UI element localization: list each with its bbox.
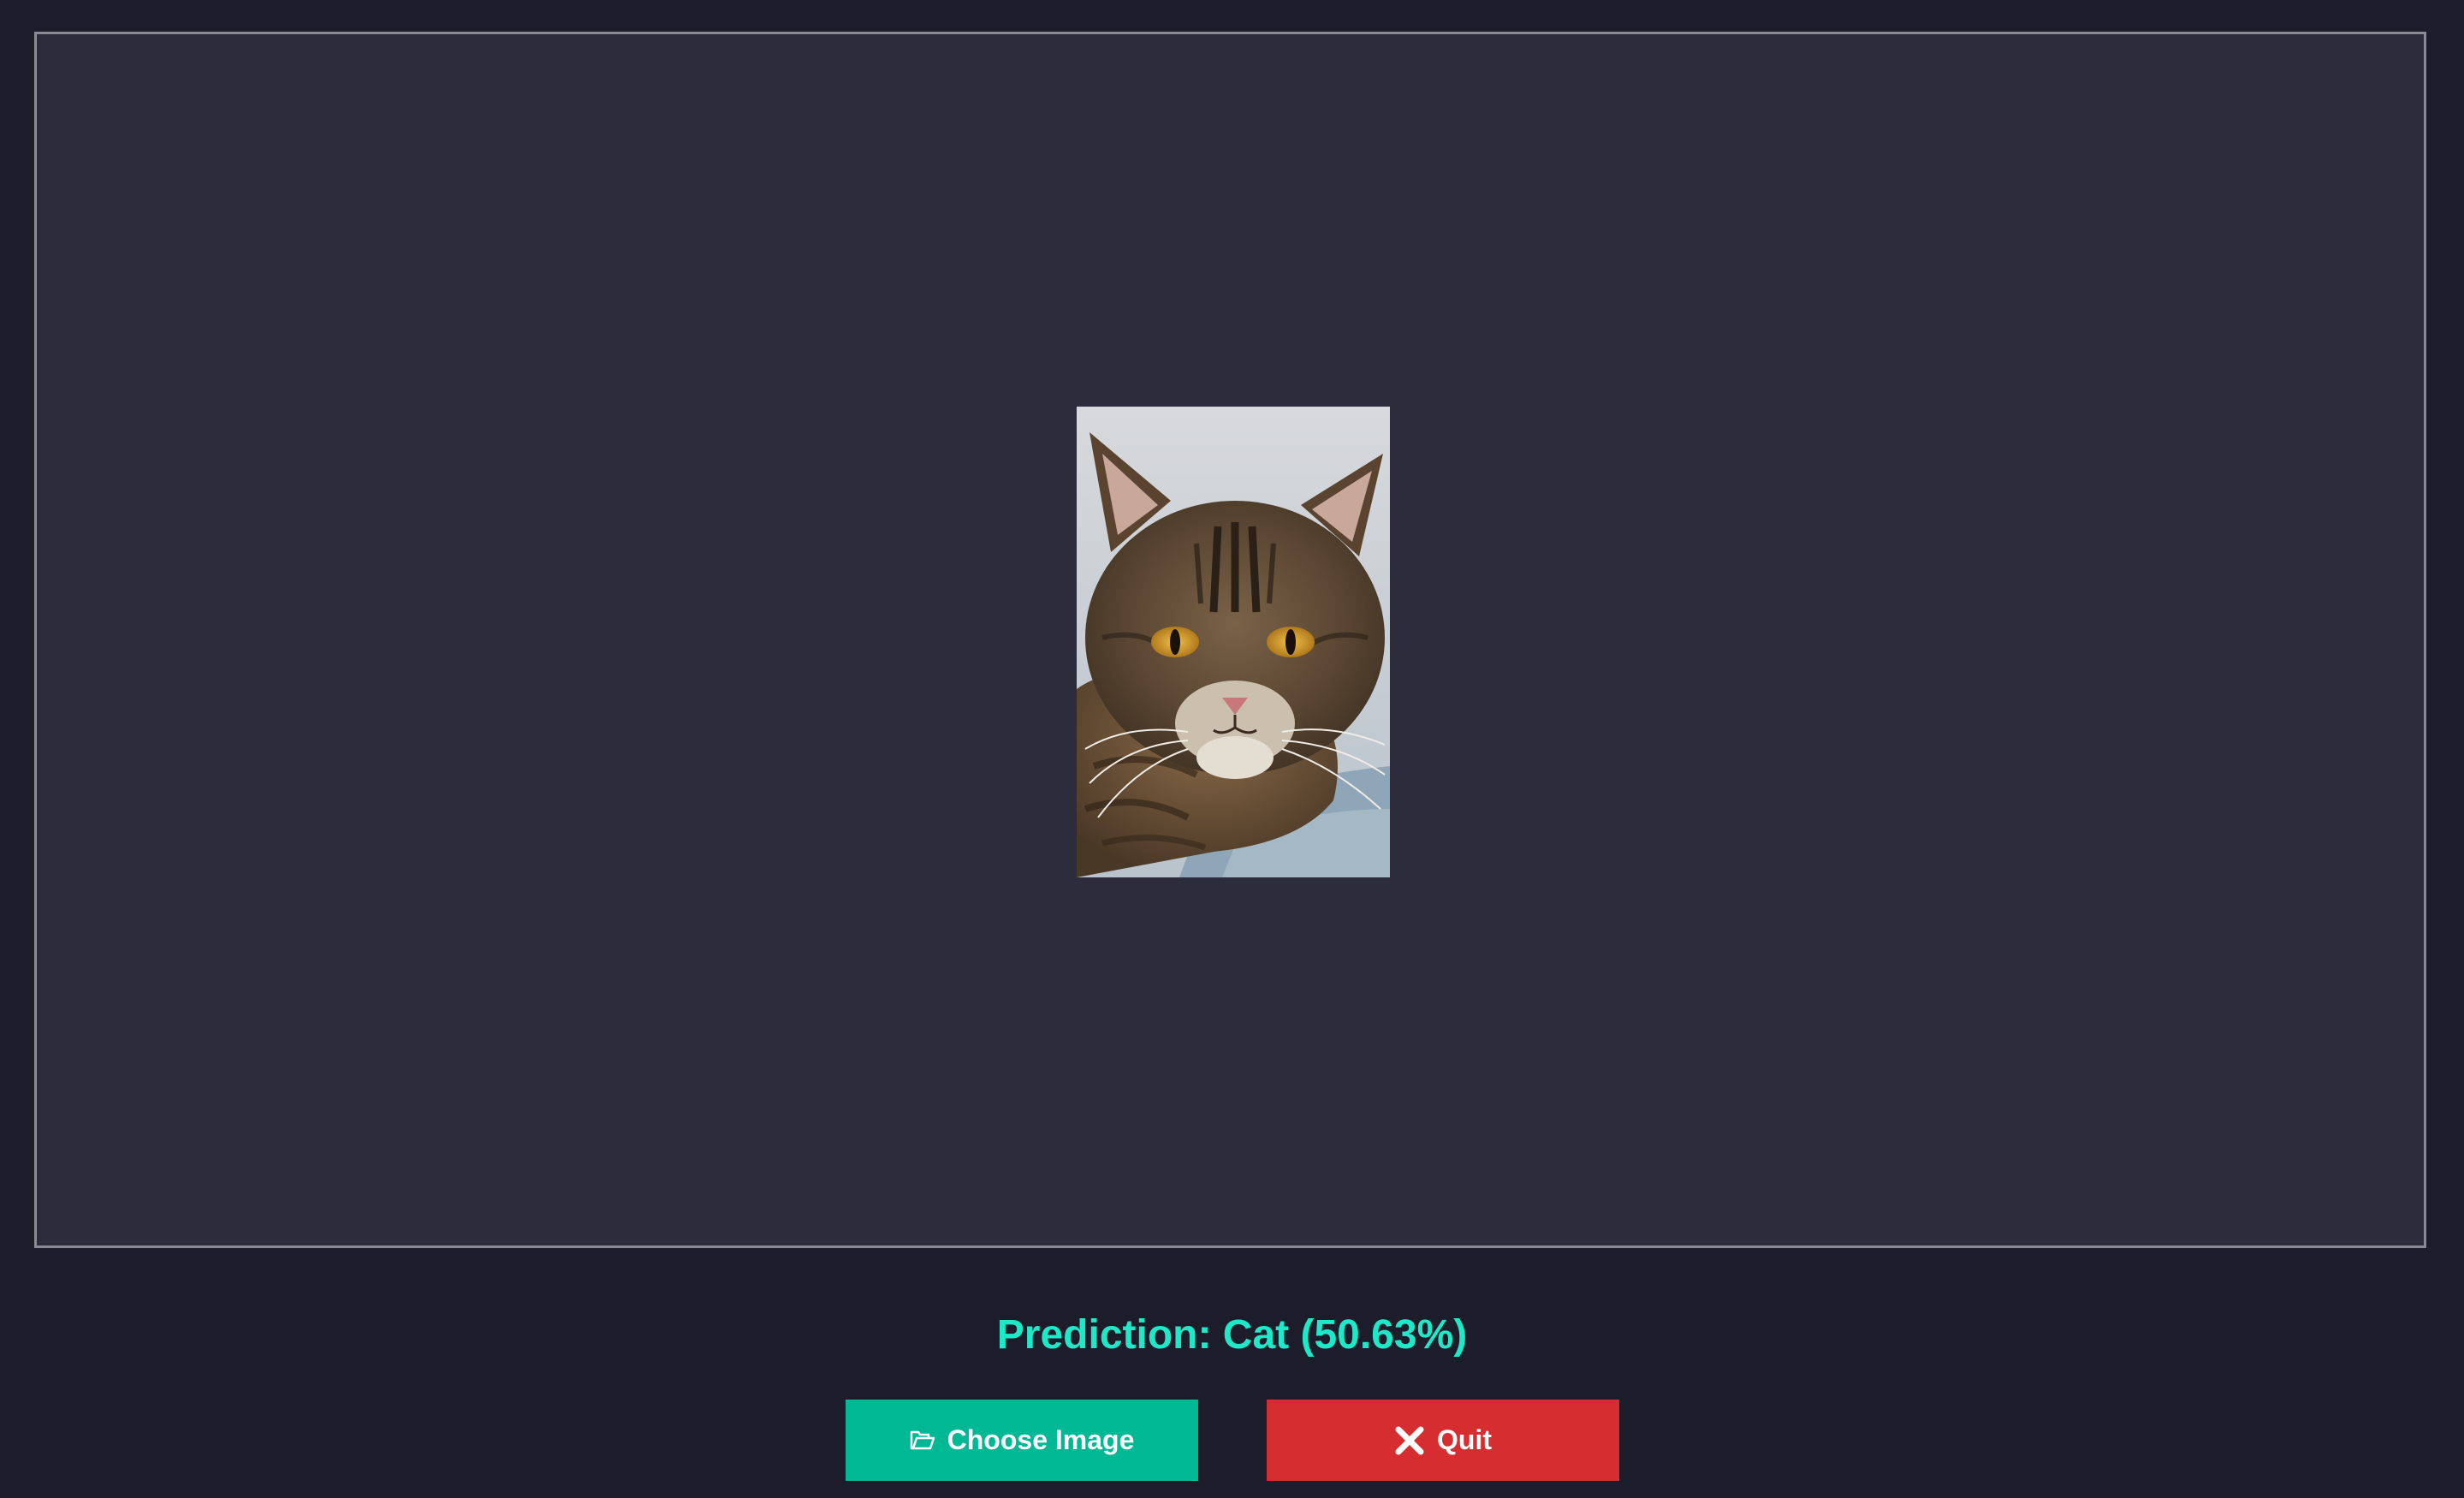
choose-image-label: Choose Image bbox=[947, 1424, 1135, 1455]
image-preview-panel bbox=[34, 32, 2426, 1248]
prediction-label: Prediction: Cat (50.63%) bbox=[996, 1312, 1468, 1358]
app-window: Prediction: Cat (50.63%) Choose Image Qu… bbox=[0, 0, 2464, 1498]
close-icon bbox=[1394, 1425, 1425, 1456]
quit-label: Quit bbox=[1437, 1424, 1492, 1455]
preview-image bbox=[1077, 407, 1390, 877]
choose-image-button[interactable]: Choose Image bbox=[846, 1400, 1198, 1481]
folder-open-icon bbox=[910, 1430, 935, 1452]
quit-button[interactable]: Quit bbox=[1267, 1400, 1619, 1481]
